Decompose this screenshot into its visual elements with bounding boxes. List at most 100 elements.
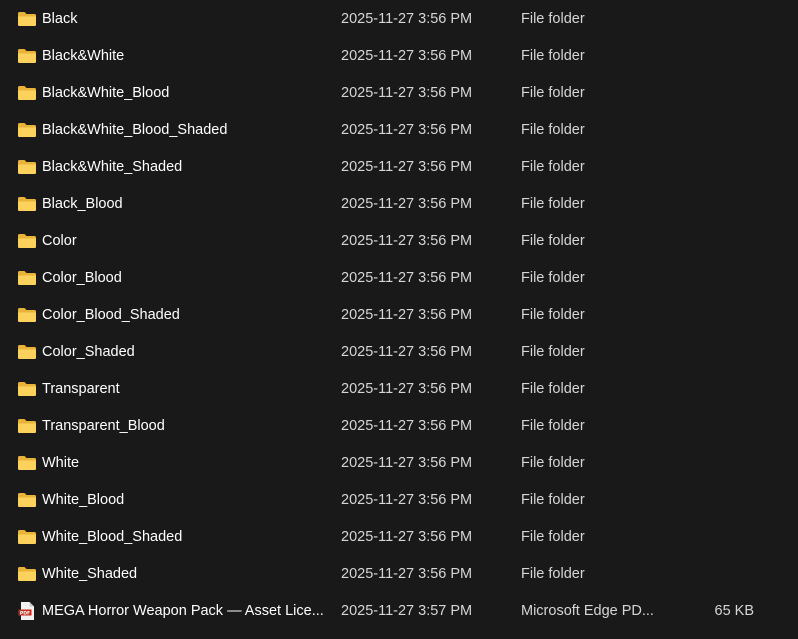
file-type: File folder [521, 492, 585, 508]
file-size [700, 112, 754, 149]
file-name: Black&White_Blood_Shaded [42, 122, 228, 138]
folder-icon [18, 456, 36, 470]
file-date-modified: 2025-11-27 3:56 PM [341, 566, 473, 582]
file-row[interactable]: White_Blood_Shaded 2025-11-27 3:56 PM Fi… [0, 519, 798, 556]
folder-icon [18, 308, 36, 322]
file-size [700, 519, 754, 556]
file-type: File folder [521, 233, 585, 249]
file-type: File folder [521, 270, 585, 286]
file-row[interactable]: Color_Shaded 2025-11-27 3:56 PM File fol… [0, 334, 798, 371]
folder-icon [18, 271, 36, 285]
file-size [700, 482, 754, 519]
folder-icon [18, 197, 36, 211]
file-row[interactable]: White_Shaded 2025-11-27 3:56 PM File fol… [0, 556, 798, 593]
folder-icon [18, 160, 36, 174]
file-row[interactable]: Color_Blood 2025-11-27 3:56 PM File fold… [0, 260, 798, 297]
file-type: File folder [521, 455, 585, 471]
file-date-modified: 2025-11-27 3:56 PM [341, 381, 473, 397]
file-type: File folder [521, 11, 585, 27]
folder-icon [18, 234, 36, 248]
folder-icon [18, 12, 36, 26]
pdf-icon: PDF [18, 602, 34, 620]
file-row[interactable]: Black&White 2025-11-27 3:56 PM File fold… [0, 38, 798, 75]
file-type: Microsoft Edge PD... [521, 603, 654, 619]
file-size [700, 556, 754, 593]
file-date-modified: 2025-11-27 3:56 PM [341, 492, 473, 508]
file-size [700, 260, 754, 297]
folder-icon [18, 86, 36, 100]
file-date-modified: 2025-11-27 3:56 PM [341, 529, 473, 545]
file-date-modified: 2025-11-27 3:56 PM [341, 455, 473, 471]
file-name: White_Shaded [42, 566, 138, 582]
folder-icon [18, 382, 36, 396]
file-row[interactable]: Color 2025-11-27 3:56 PM File folder [0, 223, 798, 260]
file-size [700, 75, 754, 112]
file-size [700, 149, 754, 186]
file-type: File folder [521, 418, 585, 434]
folder-icon [18, 345, 36, 359]
file-type: File folder [521, 529, 585, 545]
file-date-modified: 2025-11-27 3:56 PM [341, 196, 473, 212]
file-row[interactable]: Black 2025-11-27 3:56 PM File folder [0, 1, 798, 38]
file-row[interactable]: Color_Blood_Shaded 2025-11-27 3:56 PM Fi… [0, 297, 798, 334]
file-type: File folder [521, 85, 585, 101]
file-name: MEGA Horror Weapon Pack — Asset Lice... [42, 603, 324, 619]
file-type: File folder [521, 344, 585, 360]
file-row[interactable]: PDF MEGA Horror Weapon Pack — Asset Lice… [0, 593, 798, 630]
file-size [700, 38, 754, 75]
file-name: Black&White [42, 48, 125, 64]
file-size [700, 297, 754, 334]
file-name: Color [42, 233, 77, 249]
file-row[interactable]: White_Blood 2025-11-27 3:56 PM File fold… [0, 482, 798, 519]
file-date-modified: 2025-11-27 3:56 PM [341, 48, 473, 64]
file-type: File folder [521, 566, 585, 582]
file-name: Color_Blood_Shaded [42, 307, 180, 323]
file-date-modified: 2025-11-27 3:57 PM [341, 603, 473, 619]
file-date-modified: 2025-11-27 3:56 PM [341, 122, 473, 138]
file-list: Black 2025-11-27 3:56 PM File folder Bla… [0, 0, 798, 639]
file-row[interactable]: Transparent_Blood 2025-11-27 3:56 PM Fil… [0, 408, 798, 445]
file-name: Color_Shaded [42, 344, 135, 360]
folder-icon [18, 49, 36, 63]
file-date-modified: 2025-11-27 3:56 PM [341, 159, 473, 175]
file-name: White_Blood [42, 492, 125, 508]
file-date-modified: 2025-11-27 3:56 PM [341, 344, 473, 360]
file-date-modified: 2025-11-27 3:56 PM [341, 11, 473, 27]
file-size [700, 1, 754, 38]
pdf-icon-label: PDF [20, 610, 30, 616]
file-name: Black&White_Shaded [42, 159, 183, 175]
file-name: Transparent_Blood [42, 418, 165, 434]
file-row[interactable]: White 2025-11-27 3:56 PM File folder [0, 445, 798, 482]
folder-icon [18, 493, 36, 507]
file-name: Black&White_Blood [42, 85, 170, 101]
file-name: White [42, 455, 80, 471]
file-type: File folder [521, 307, 585, 323]
file-name: White_Blood_Shaded [42, 529, 183, 545]
file-size: 65 KB [714, 603, 755, 619]
file-date-modified: 2025-11-27 3:56 PM [341, 233, 473, 249]
file-row[interactable]: Black&White_Blood_Shaded 2025-11-27 3:56… [0, 112, 798, 149]
file-row[interactable]: Black&White_Shaded 2025-11-27 3:56 PM Fi… [0, 149, 798, 186]
file-row[interactable]: Black&White_Blood 2025-11-27 3:56 PM Fil… [0, 75, 798, 112]
folder-icon [18, 123, 36, 137]
file-name: Color_Blood [42, 270, 122, 286]
file-date-modified: 2025-11-27 3:56 PM [341, 418, 473, 434]
file-date-modified: 2025-11-27 3:56 PM [341, 307, 473, 323]
file-size [700, 408, 754, 445]
file-date-modified: 2025-11-27 3:56 PM [341, 85, 473, 101]
file-name: Transparent [42, 381, 120, 397]
file-date-modified: 2025-11-27 3:56 PM [341, 270, 473, 286]
file-size [700, 186, 754, 223]
folder-icon [18, 567, 36, 581]
folder-icon [18, 419, 36, 433]
file-name: Black_Blood [42, 196, 123, 212]
folder-icon [18, 530, 36, 544]
file-row[interactable]: Black_Blood 2025-11-27 3:56 PM File fold… [0, 186, 798, 223]
file-size [700, 445, 754, 482]
file-type: File folder [521, 196, 585, 212]
file-size [700, 334, 754, 371]
file-type: File folder [521, 122, 585, 138]
file-type: File folder [521, 381, 585, 397]
file-row[interactable]: Transparent 2025-11-27 3:56 PM File fold… [0, 371, 798, 408]
file-name: Black [42, 11, 78, 27]
